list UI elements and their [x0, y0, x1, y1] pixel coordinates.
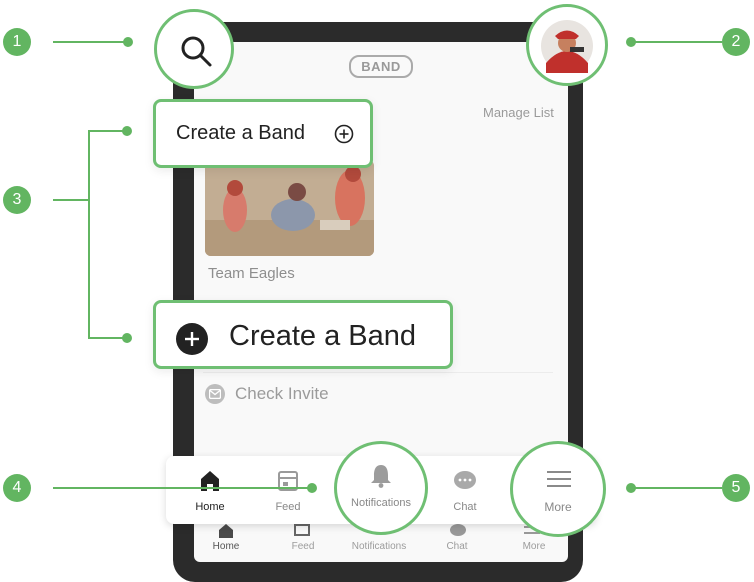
profile-button[interactable]	[526, 4, 608, 86]
nav-dim-more: More	[522, 541, 546, 552]
check-invite-row[interactable]: Check Invite	[205, 384, 329, 404]
home-icon-dim	[219, 524, 233, 538]
callout-dot-3a	[122, 126, 132, 136]
create-band-button-small[interactable]: Create a Band	[153, 99, 373, 168]
nav-dim-notifications: Notifications	[351, 541, 407, 552]
tab-more-label: More	[544, 500, 572, 514]
tab-home-label: Home	[195, 501, 225, 513]
team-photo[interactable]	[205, 160, 374, 256]
create-band-button-large[interactable]: Create a Band	[153, 300, 453, 369]
band-logo: BAND	[349, 55, 413, 78]
plus-circle-icon	[176, 323, 208, 355]
menu-icon	[547, 471, 571, 487]
nav-dim-feed: Feed	[291, 541, 315, 552]
tab-notifications[interactable]: Notifications	[334, 441, 428, 535]
callout-line-2	[632, 41, 722, 43]
callout-bracket-3	[88, 130, 90, 338]
search-button[interactable]	[154, 9, 234, 89]
manage-list-link[interactable]: Manage List	[483, 105, 554, 120]
tab-home[interactable]: Home	[175, 470, 245, 513]
callout-number-3: 3	[3, 186, 31, 214]
create-band-small-label: Create a Band	[176, 122, 305, 144]
tab-feed-label: Feed	[275, 501, 301, 513]
callout-number-1: 1	[3, 28, 31, 56]
team-name: Team Eagles	[208, 265, 295, 282]
avatar	[541, 20, 593, 73]
tab-chat-label: Chat	[453, 501, 477, 513]
chat-icon-dim	[450, 524, 466, 536]
callout-line-4	[53, 487, 311, 489]
tab-more[interactable]: More	[510, 441, 606, 537]
baseball-photo	[205, 160, 374, 256]
callout-branch-3a	[88, 130, 126, 132]
tab-chat[interactable]: Chat	[430, 470, 500, 513]
callout-line-3	[53, 199, 89, 201]
search-icon	[181, 36, 212, 67]
callout-dot-1	[123, 37, 133, 47]
feed-icon-dim	[294, 524, 310, 536]
callout-number-5: 5	[722, 474, 750, 502]
nav-dim-chat: Chat	[446, 541, 468, 552]
check-invite-label: Check Invite	[235, 384, 329, 403]
mail-icon	[205, 384, 225, 404]
callout-number-2: 2	[722, 28, 750, 56]
callout-line-1	[53, 41, 127, 43]
callout-branch-3b	[88, 337, 126, 339]
add-circle-icon	[334, 124, 354, 144]
callout-number-4: 4	[3, 474, 31, 502]
divider	[203, 372, 553, 373]
chat-icon	[454, 471, 476, 489]
nav-dim-home: Home	[212, 541, 240, 552]
callout-dot-4	[307, 483, 317, 493]
tab-notifications-label: Notifications	[351, 497, 411, 509]
bell-icon	[371, 465, 391, 488]
callout-dot-3b	[122, 333, 132, 343]
callout-line-5	[632, 487, 722, 489]
create-band-large-label: Create a Band	[229, 320, 417, 352]
